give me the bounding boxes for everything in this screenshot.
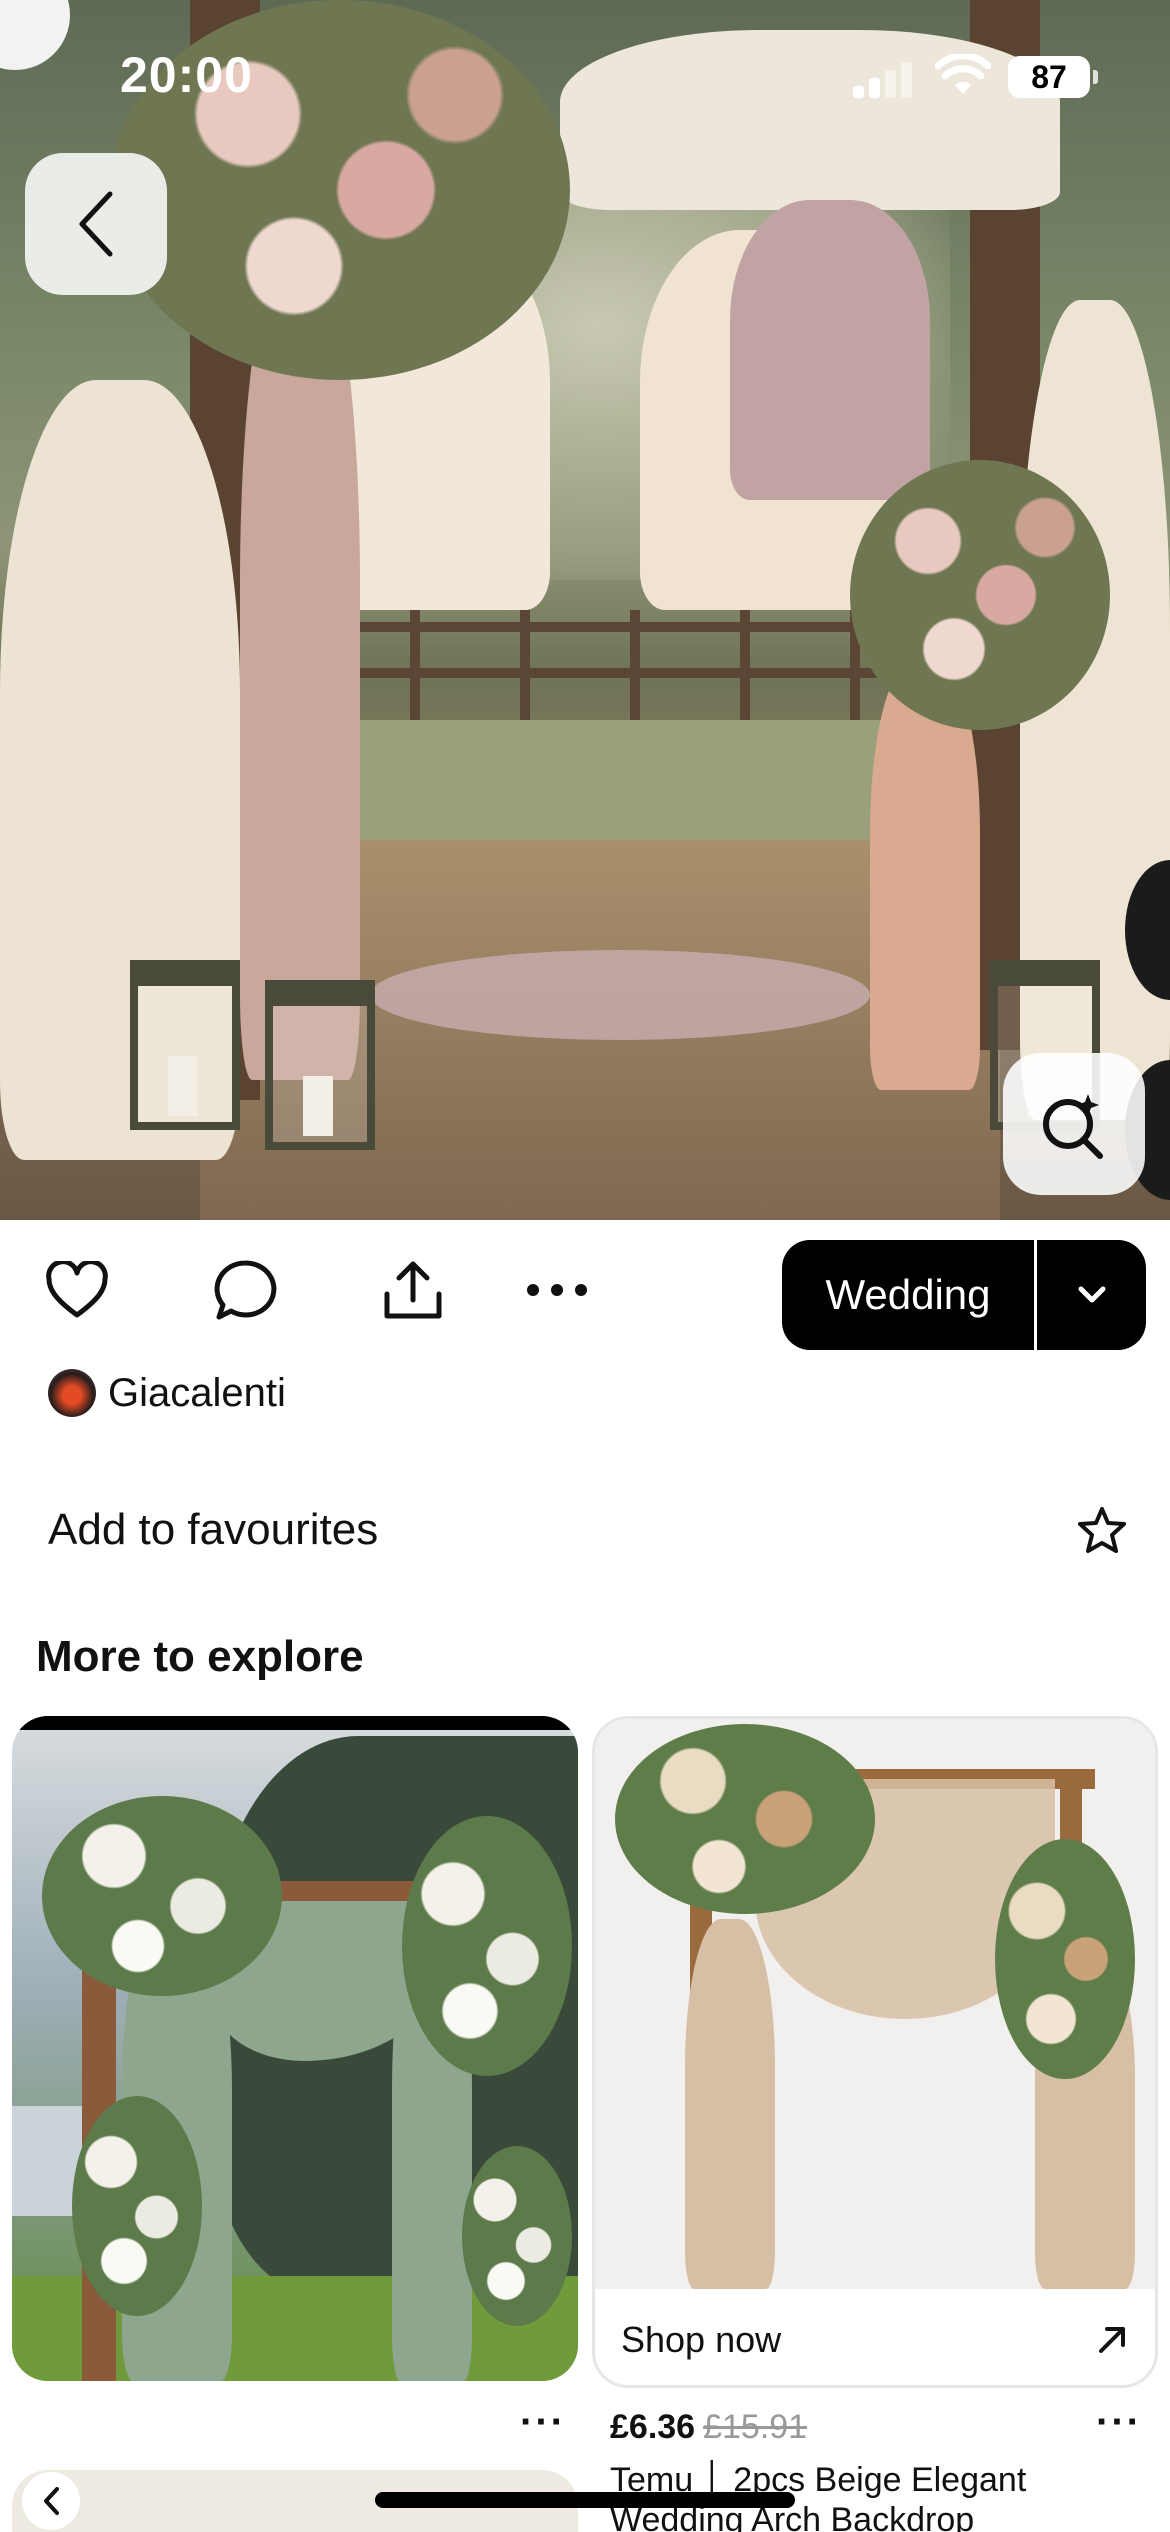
image-grass [300,720,920,850]
author-name[interactable]: Giacalenti [108,1371,286,1416]
add-to-favourites-label: Add to favourites [48,1505,379,1554]
image-flowers [850,460,1110,730]
image-fence [300,610,920,720]
pin-actions: Wedding [0,1235,1170,1355]
image-flowers [72,2096,202,2316]
status-bar: 20:00 87 [0,0,1170,150]
cellular-signal-icon [853,60,913,98]
wifi-icon [935,54,991,94]
share-button[interactable] [378,1255,448,1325]
arrow-up-right-icon [1099,2327,1125,2353]
image-flowers [462,2146,572,2326]
board-name[interactable]: Wedding [782,1240,1034,1350]
star-icon[interactable] [1076,1505,1128,1555]
image-flowers [615,1724,875,1914]
avatar[interactable] [48,1369,96,1417]
chevron-left-icon [44,2487,59,2515]
image-lantern [265,980,375,1150]
image-flowers [402,1816,572,2076]
section-title: More to explore [36,1632,364,1681]
add-to-favourites-row[interactable]: Add to favourites [48,1495,1128,1565]
product-price: £6.36 £15.91 [610,2408,807,2447]
battery-indicator: 87 [1008,56,1098,98]
chevron-left-icon [79,191,113,257]
shop-now-button[interactable]: Shop now [595,2289,1155,2385]
save-to-board-button[interactable]: Wedding [782,1240,1146,1350]
share-icon [384,1261,442,1319]
shopping-pin[interactable]: Shop now [592,1716,1158,2388]
image-rug [370,950,870,1040]
comment-button[interactable] [210,1255,280,1325]
visual-search-button[interactable] [1003,1053,1145,1195]
pin-author[interactable]: Giacalenti [48,1365,286,1421]
pin-more-button[interactable]: ··· [520,2400,566,2445]
pin-back-button[interactable] [22,2472,80,2530]
current-price: £6.36 [610,2408,696,2446]
shop-now-label: Shop now [621,2319,782,2360]
product-more-button[interactable]: ··· [1096,2400,1142,2445]
home-indicator [375,2492,795,2508]
board-dropdown-button[interactable] [1037,1240,1146,1350]
product-image [595,1719,1155,2289]
original-price: £15.91 [703,2408,808,2446]
more-options-button[interactable] [522,1255,592,1325]
image-drape [685,1919,775,2289]
lens-search-icon [1043,1094,1103,1159]
heart-icon [46,1261,108,1318]
pin-image[interactable] [0,0,1170,1220]
status-time: 20:00 [120,47,253,103]
image-flowers [42,1796,282,1996]
chevron-down-icon [1078,1286,1105,1303]
comment-icon [214,1260,277,1320]
image-lantern [130,960,240,1130]
image-flowers [995,1839,1135,2079]
back-button[interactable] [25,153,167,295]
related-pin[interactable] [12,1716,578,2381]
image-top-edge [12,1716,578,1730]
like-button[interactable] [42,1255,112,1325]
image-drape [730,200,930,500]
more-icon [527,1284,587,1296]
